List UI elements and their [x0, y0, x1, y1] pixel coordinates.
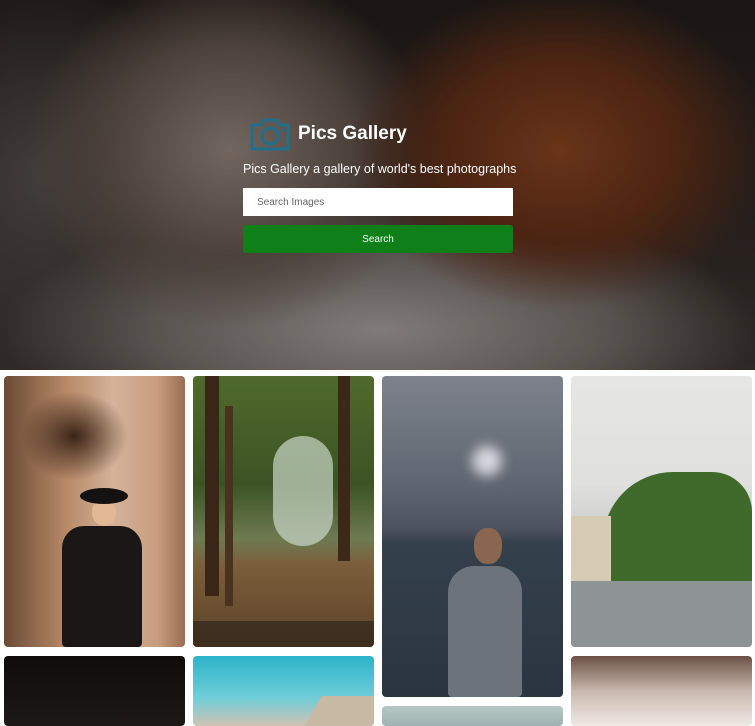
- gallery-photo[interactable]: [382, 706, 563, 726]
- photo-detail: [571, 516, 611, 582]
- gallery-photo[interactable]: [4, 376, 185, 647]
- photo-detail: [304, 696, 374, 726]
- brand[interactable]: Pics Gallery: [248, 114, 513, 154]
- photo-detail: [474, 528, 502, 564]
- search-input[interactable]: [243, 188, 513, 216]
- tagline: Pics Gallery a gallery of world's best p…: [243, 162, 517, 176]
- photo-detail: [338, 376, 350, 561]
- photo-detail: [62, 526, 142, 647]
- gallery-photo[interactable]: [193, 376, 374, 647]
- photo-detail: [472, 446, 502, 476]
- gallery-photo[interactable]: [4, 656, 185, 726]
- hero-content: Pics Gallery Pics Gallery a gallery of w…: [243, 114, 517, 253]
- brand-title: Pics Gallery: [298, 123, 407, 144]
- camera-icon: [250, 118, 290, 151]
- photo-detail: [448, 566, 522, 697]
- search-button[interactable]: Search: [243, 225, 513, 253]
- photo-detail: [225, 406, 233, 606]
- photo-detail: [80, 488, 128, 504]
- gallery-photo[interactable]: [382, 376, 563, 697]
- photo-detail: [273, 436, 333, 546]
- photo-detail: [571, 581, 752, 647]
- photo-detail: [603, 472, 752, 582]
- gallery-photo[interactable]: [571, 376, 752, 647]
- gallery-photo[interactable]: [571, 656, 752, 726]
- hero-banner: Pics Gallery Pics Gallery a gallery of w…: [0, 0, 755, 370]
- gallery-photo[interactable]: [193, 656, 374, 726]
- photo-detail: [205, 376, 219, 596]
- photo-detail: [193, 621, 374, 647]
